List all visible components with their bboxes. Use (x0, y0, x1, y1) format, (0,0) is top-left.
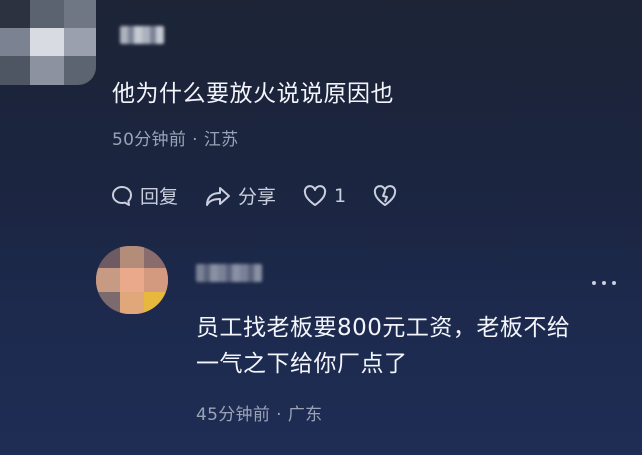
more-dots-icon[interactable] (592, 276, 616, 290)
reply-label: 回复 (140, 186, 179, 208)
chat-bubble-icon (112, 185, 133, 206)
avatar[interactable] (96, 246, 168, 314)
avatar[interactable] (0, 0, 96, 85)
comment-text: 员工找老板要800元工资，老板不给 一气之下给你厂点了 (196, 310, 616, 382)
comment-text-line: 员工找老板要800元工资，老板不给 (196, 315, 571, 341)
comment-time: 50分钟前 (112, 130, 187, 150)
meta-separator: · (192, 130, 198, 150)
share-button[interactable]: 分享 (204, 182, 276, 209)
share-label: 分享 (238, 186, 277, 208)
comment-meta: 45分钟前 · 广东 (196, 400, 322, 425)
username-blurred[interactable] (196, 264, 262, 282)
comment-text-line: 一气之下给你厂点了 (196, 351, 408, 377)
broken-heart-icon (374, 184, 397, 206)
share-arrow-icon (206, 186, 231, 206)
like-button[interactable]: 1 (302, 184, 346, 208)
username-blurred[interactable] (120, 26, 164, 44)
comment-meta: 50分钟前 · 江苏 (112, 125, 238, 150)
comment-actions: 回复 分享 1 (110, 182, 430, 209)
comment-location: 江苏 (203, 130, 239, 150)
reply-button[interactable]: 回复 (110, 182, 178, 209)
comment-time: 45分钟前 (196, 405, 271, 425)
dislike-button[interactable] (372, 184, 404, 208)
heart-icon (303, 184, 327, 206)
meta-separator: · (276, 405, 282, 425)
comment-location: 广东 (287, 405, 323, 425)
comment-text: 他为什么要放火说说原因也 (112, 81, 394, 107)
like-count: 1 (334, 184, 347, 207)
